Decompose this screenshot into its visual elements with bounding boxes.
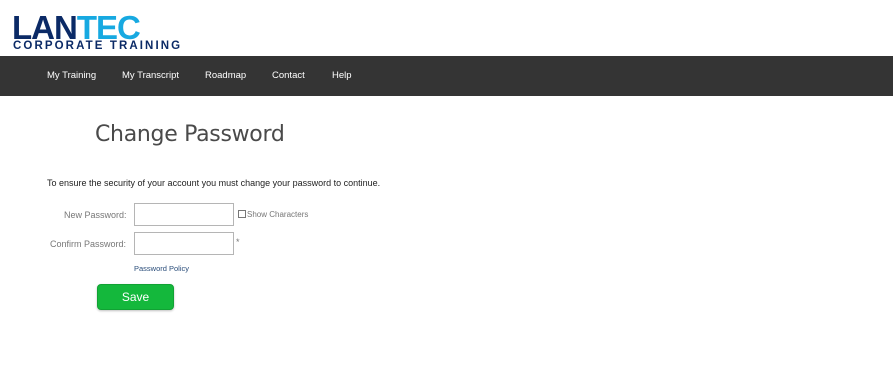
nav-item-roadmap[interactable]: Roadmap [205, 56, 246, 96]
confirm-password-input[interactable] [134, 232, 234, 255]
show-characters-checkbox[interactable] [238, 210, 246, 218]
logo-tagline: CORPORATE TRAINING [13, 40, 183, 52]
lantec-logo[interactable]: LANTEC CORPORATE TRAINING [12, 11, 208, 54]
nav-item-help[interactable]: Help [332, 56, 352, 96]
password-policy-link[interactable]: Password Policy [134, 264, 189, 273]
show-characters-label[interactable]: Show Characters [247, 210, 308, 219]
nav-item-contact[interactable]: Contact [272, 56, 305, 96]
new-password-input[interactable] [134, 203, 234, 226]
page-title: Change Password [95, 122, 285, 147]
nav-item-my-training[interactable]: My Training [47, 56, 96, 96]
confirm-password-label: Confirm Password: [50, 239, 127, 249]
new-password-label: New Password: [64, 210, 127, 220]
required-marker: * [236, 237, 240, 247]
save-button[interactable]: Save [97, 284, 174, 310]
main-navbar: My Training My Transcript Roadmap Contac… [0, 56, 893, 96]
change-password-page: LANTEC CORPORATE TRAINING My Training My… [0, 0, 893, 389]
nav-item-my-transcript[interactable]: My Transcript [122, 56, 179, 96]
security-notice: To ensure the security of your account y… [47, 178, 381, 188]
